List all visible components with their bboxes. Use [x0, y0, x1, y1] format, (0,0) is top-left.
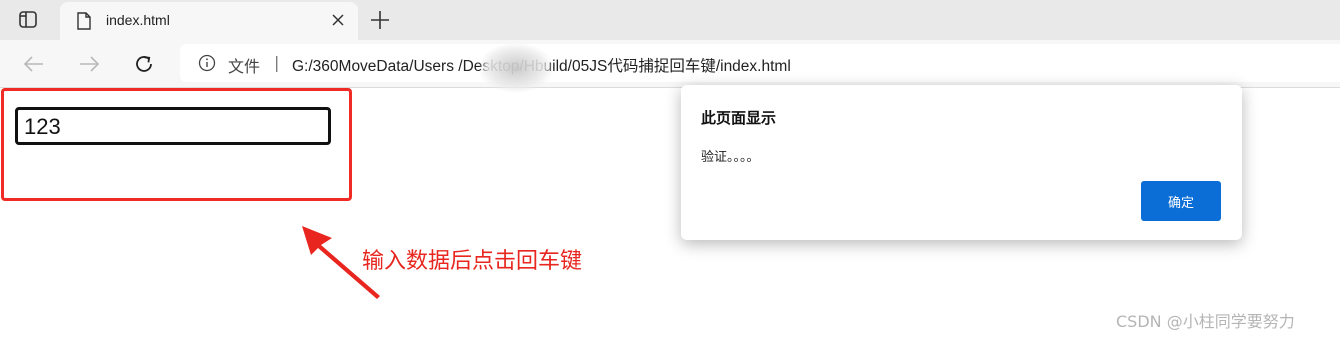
watermark: CSDN @小柱同学要努力 [1116, 312, 1295, 331]
new-tab-plus-icon[interactable] [369, 9, 391, 31]
arrow-right-icon[interactable] [77, 52, 101, 76]
close-icon[interactable] [330, 12, 346, 28]
tab-strip: index.html [0, 0, 1340, 40]
dialog-title: 此页面显示 [701, 109, 777, 127]
reload-icon[interactable] [132, 52, 156, 76]
input-value: 123 [24, 114, 61, 139]
address-bar[interactable]: 文件 | G:/360MoveData/Users /Desktop/Hbuil… [180, 44, 1340, 92]
scheme-label: 文件 [228, 57, 261, 76]
info-icon[interactable] [198, 54, 216, 72]
navigation-toolbar: 文件 | G:/360MoveData/Users /Desktop/Hbuil… [0, 40, 1340, 92]
redaction-blur [480, 44, 552, 92]
browser-window: index.html 文件 | G:/360MoveData/Users /De… [0, 0, 1340, 337]
ok-button[interactable]: 确定 [1141, 181, 1221, 221]
alert-dialog: 此页面显示 验证。。。。 确定 [681, 85, 1242, 240]
annotation-text: 输入数据后点击回车键 [362, 249, 583, 274]
dialog-message: 验证。。。。 [701, 150, 760, 165]
arrow-left-icon[interactable] [22, 52, 46, 76]
text-input[interactable]: 123 [15, 107, 331, 145]
address-separator: | [274, 53, 280, 72]
tab-index-html[interactable]: index.html [60, 2, 358, 40]
file-icon [76, 12, 92, 30]
tab-actions-icon[interactable] [18, 10, 40, 30]
tab-title: index.html [106, 12, 170, 28]
